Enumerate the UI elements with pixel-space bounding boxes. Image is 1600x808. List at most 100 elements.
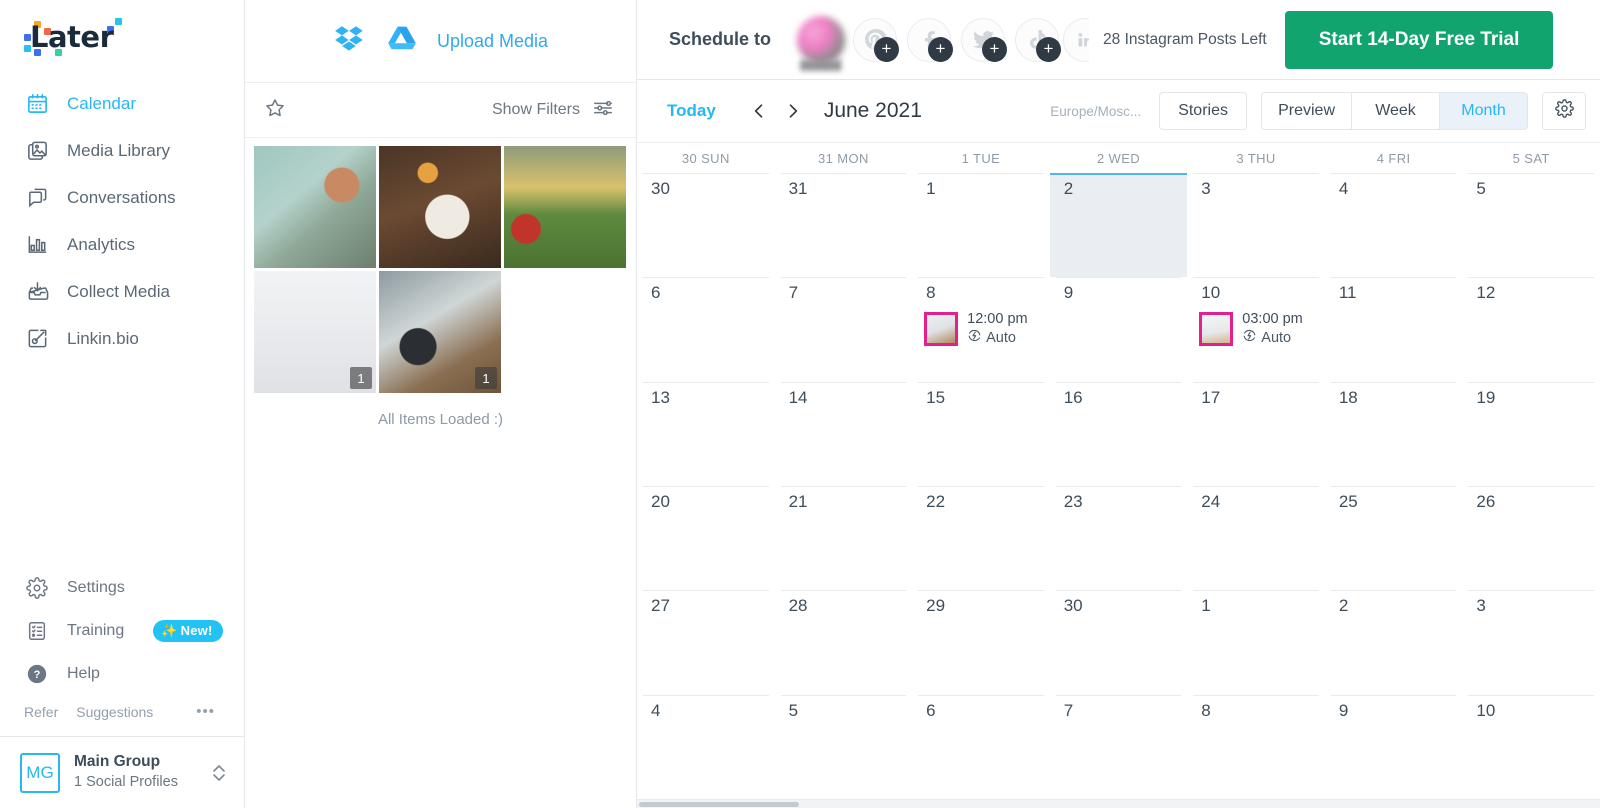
- calendar-day-cell[interactable]: 10 03:00 pm Auto: [1187, 277, 1325, 381]
- profile-add-twitter[interactable]: +: [955, 12, 1011, 68]
- tab-month[interactable]: Month: [1440, 92, 1528, 130]
- calendar-day-cell[interactable]: 19: [1462, 381, 1600, 486]
- media-thumbnail[interactable]: 1: [379, 271, 501, 393]
- calendar-day-cell[interactable]: 6: [637, 277, 775, 381]
- calendar-day-cell[interactable]: 21: [775, 486, 913, 590]
- media-thumbnail[interactable]: [254, 146, 376, 268]
- calendar-day-cell[interactable]: 4: [637, 694, 775, 799]
- calendar-day-cell[interactable]: 30: [637, 173, 775, 277]
- calendar-day-cell[interactable]: 3: [1462, 590, 1600, 694]
- profile-add-tiktok[interactable]: +: [1009, 12, 1065, 68]
- add-profile-button[interactable]: +: [928, 36, 954, 62]
- logo[interactable]: Later: [0, 0, 244, 62]
- add-profile-button[interactable]: +: [874, 36, 900, 62]
- sidebar-item-conversations[interactable]: Conversations: [0, 174, 244, 221]
- horizontal-scrollbar[interactable]: [637, 799, 1600, 808]
- more-options-icon[interactable]: •••: [196, 703, 215, 720]
- calendar-settings-button[interactable]: [1542, 92, 1586, 130]
- calendar-day-cell[interactable]: 27: [637, 590, 775, 694]
- sidebar-item-training[interactable]: Training ✨ New!: [0, 609, 245, 652]
- day-number: 15: [926, 387, 946, 407]
- calendar-day-cell[interactable]: 29: [912, 590, 1050, 694]
- refer-link[interactable]: Refer: [24, 704, 58, 720]
- media-thumbnail[interactable]: [504, 146, 626, 268]
- calendar-day-cell[interactable]: 6: [912, 694, 1050, 799]
- day-header: 30 SUN: [681, 150, 730, 166]
- calendar-day-cell[interactable]: 28: [775, 590, 913, 694]
- chevron-right-icon[interactable]: [776, 94, 810, 128]
- sidebar-item-help[interactable]: ? Help: [0, 652, 245, 695]
- scheduled-post[interactable]: 12:00 pm Auto: [912, 303, 1050, 348]
- calendar-day-cell[interactable]: 15: [912, 381, 1050, 486]
- calendar-day-cell[interactable]: 12: [1462, 277, 1600, 381]
- calendar-day-cell[interactable]: 4: [1325, 173, 1463, 277]
- sidebar-item-calendar[interactable]: Calendar: [0, 80, 244, 127]
- scrollbar-thumb[interactable]: [639, 802, 799, 807]
- show-filters-button[interactable]: Show Filters: [492, 97, 614, 124]
- google-drive-icon[interactable]: [385, 22, 419, 61]
- media-thumbnail[interactable]: 1: [254, 271, 376, 393]
- scheduled-post[interactable]: 03:00 pm Auto: [1187, 303, 1325, 348]
- calendar-day-cell[interactable]: 1: [912, 173, 1050, 277]
- add-profile-button[interactable]: +: [1036, 36, 1062, 62]
- calendar-day-cell[interactable]: 11: [1325, 277, 1463, 381]
- calendar-day-cell[interactable]: 2: [1325, 590, 1463, 694]
- dropbox-icon[interactable]: [333, 22, 367, 61]
- conversations-icon: [24, 185, 50, 211]
- profile-instagram[interactable]: ██████: [793, 12, 849, 70]
- today-button[interactable]: Today: [667, 101, 716, 121]
- calendar-day-cell[interactable]: 8: [1187, 694, 1325, 799]
- star-icon[interactable]: [263, 96, 287, 125]
- calendar-day-cell[interactable]: 23: [1050, 486, 1188, 590]
- gear-icon: [24, 575, 50, 601]
- calendar-day-cell[interactable]: 24: [1187, 486, 1325, 590]
- calendar-day-cell[interactable]: 9: [1325, 694, 1463, 799]
- day-number: 8: [1201, 700, 1211, 720]
- calendar-day-cell[interactable]: 5: [1462, 173, 1600, 277]
- tab-preview[interactable]: Preview: [1261, 92, 1352, 130]
- calendar-day-cell[interactable]: 30: [1050, 590, 1188, 694]
- calendar-day-cell[interactable]: 3: [1187, 173, 1325, 277]
- group-switcher[interactable]: MG Main Group 1 Social Profiles: [0, 736, 245, 808]
- calendar-day-cell[interactable]: 16: [1050, 381, 1188, 486]
- calendar-day-cell[interactable]: 22: [912, 486, 1050, 590]
- calendar-day-cell[interactable]: 7: [1050, 694, 1188, 799]
- stories-button[interactable]: Stories: [1159, 92, 1248, 130]
- sidebar-item-analytics[interactable]: Analytics: [0, 221, 244, 268]
- profile-add-more[interactable]: [1063, 12, 1090, 68]
- day-number: 10: [1201, 283, 1221, 303]
- upload-media-link[interactable]: Upload Media: [437, 31, 548, 52]
- chevron-left-icon[interactable]: [742, 94, 776, 128]
- tab-week[interactable]: Week: [1352, 92, 1440, 130]
- suggestions-link[interactable]: Suggestions: [76, 704, 153, 720]
- calendar-day-cell[interactable]: 31: [775, 173, 913, 277]
- day-header: 5 SAT: [1512, 150, 1550, 166]
- calendar-day-cell[interactable]: 7: [775, 277, 913, 381]
- calendar-day-cell-today[interactable]: 2: [1049, 173, 1188, 278]
- sidebar-item-linkinbio[interactable]: Linkin.bio: [0, 315, 244, 362]
- calendar-day-cell[interactable]: 10: [1462, 694, 1600, 799]
- calendar-day-cell[interactable]: 1: [1187, 590, 1325, 694]
- add-profile-button[interactable]: +: [982, 36, 1008, 62]
- sidebar-item-collect-media[interactable]: Collect Media: [0, 268, 244, 315]
- calendar-day-cell[interactable]: 17: [1187, 381, 1325, 486]
- linkedin-icon: [1063, 17, 1090, 62]
- calendar-day-cell[interactable]: 8 12:00 pm Auto: [912, 277, 1050, 381]
- start-free-trial-button[interactable]: Start 14-Day Free Trial: [1284, 10, 1554, 69]
- calendar-day-cell[interactable]: 18: [1325, 381, 1463, 486]
- auto-publish-label: Auto: [986, 330, 1016, 347]
- calendar-day-cell[interactable]: 20: [637, 486, 775, 590]
- media-thumbnail[interactable]: [379, 146, 501, 268]
- calendar-day-cell[interactable]: 5: [775, 694, 913, 799]
- calendar-day-cell[interactable]: 9: [1050, 277, 1188, 381]
- calendar-day-cell[interactable]: 26: [1462, 486, 1600, 590]
- sidebar-item-media-library[interactable]: Media Library: [0, 127, 244, 174]
- chevron-updown-icon[interactable]: [211, 763, 227, 783]
- calendar-day-cell[interactable]: 13: [637, 381, 775, 486]
- calendar-day-cell[interactable]: 14: [775, 381, 913, 486]
- sidebar-item-settings[interactable]: Settings: [0, 566, 245, 609]
- profile-add-facebook[interactable]: +: [901, 12, 957, 68]
- calendar-day-cell[interactable]: 25: [1325, 486, 1463, 590]
- profile-add-pinterest[interactable]: +: [847, 12, 903, 68]
- later-app: Later Calendar Media Library Conversatio…: [0, 0, 1600, 808]
